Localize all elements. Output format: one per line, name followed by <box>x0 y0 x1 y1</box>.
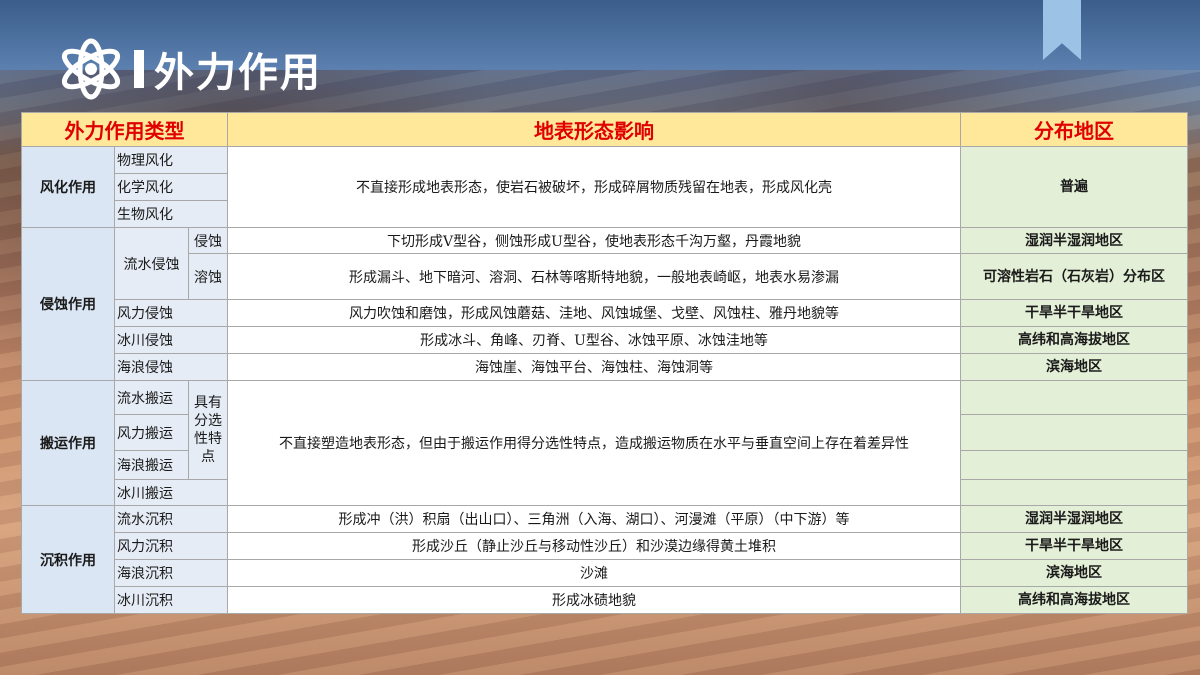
effect-weathering: 不直接形成地表形态，使岩石被破坏，形成碎屑物质残留在地表，形成风化壳 <box>227 146 961 228</box>
table-row: 海浪侵蚀 海蚀崖、海蚀平台、海蚀柱、海蚀洞等 滨海地区 <box>22 353 1188 381</box>
distribution-dissolution: 可溶性岩石（石灰岩）分布区 <box>960 253 1188 300</box>
distribution-erosion-cut: 湿润半湿润地区 <box>960 227 1188 254</box>
table-row: 风力侵蚀 风力吹蚀和磨蚀，形成风蚀蘑菇、洼地、风蚀城堡、戈壁、风蚀柱、雅丹地貌等… <box>22 299 1188 327</box>
subtype-wave-deposition: 海浪沉积 <box>114 559 228 587</box>
effect-transport: 不直接塑造地表形态，但由于搬运作用得分选性特点，造成搬运物质在水平与垂直空间上存… <box>227 380 961 506</box>
subtype-glacial-deposition: 冰川沉积 <box>114 586 228 614</box>
header-distribution: 分布地区 <box>960 112 1188 147</box>
distribution-wind-deposition: 干旱半干旱地区 <box>960 532 1188 560</box>
header-effect: 地表形态影响 <box>227 112 961 147</box>
table-row: 冰川沉积 形成冰碛地貌 高纬和高海拔地区 <box>22 586 1188 614</box>
table-row: 沉积作用 流水沉积 形成冲（洪）积扇（出山口）、三角洲（入海、湖口）、河漫滩（平… <box>21 505 1188 614</box>
bookmark-ribbon <box>1043 0 1081 60</box>
title-bar-accent <box>134 50 144 88</box>
effect-water-deposition: 形成冲（洪）积扇（出山口）、三角洲（入海、湖口）、河漫滩（平原）（中下游）等 <box>227 505 961 533</box>
category-transport: 搬运作用 <box>21 380 115 506</box>
subtype-glacial-erosion: 冰川侵蚀 <box>114 326 228 354</box>
subtype-wave-erosion: 海浪侵蚀 <box>114 353 228 381</box>
subtype-chemical-weathering: 化学风化 <box>114 173 228 201</box>
table-header-row: 外力作用类型 地表形态影响 分布地区 <box>21 112 1188 147</box>
subtype-glacial-transport: 冰川搬运 <box>114 479 228 506</box>
subtype-water-transport: 流水搬运 <box>114 380 189 415</box>
distribution-weathering: 普遍 <box>960 146 1188 228</box>
distribution-wind-erosion: 干旱半干旱地区 <box>960 299 1188 327</box>
table-row: 风力沉积 形成沙丘（静止沙丘与移动性沙丘）和沙漠边缘得黄土堆积 干旱半干旱地区 <box>22 532 1188 560</box>
subtype-wind-erosion: 风力侵蚀 <box>114 299 228 327</box>
subtype-biological-weathering: 生物风化 <box>114 200 228 228</box>
subtype-water-deposition: 流水沉积 <box>114 505 228 533</box>
category-weathering: 风化作用 <box>21 146 115 228</box>
subtype-water-erosion: 流水侵蚀 <box>114 227 189 300</box>
category-erosion: 侵蚀作用 <box>21 227 115 381</box>
effect-wave-erosion: 海蚀崖、海蚀平台、海蚀柱、海蚀洞等 <box>227 353 961 381</box>
subtype-wind-transport: 风力搬运 <box>114 414 189 451</box>
effect-wind-erosion: 风力吹蚀和磨蚀，形成风蚀蘑菇、洼地、风蚀城堡、戈壁、风蚀柱、雅丹地貌等 <box>227 299 961 327</box>
slide-header: 外力作用 <box>58 38 322 100</box>
distribution-water-deposition: 湿润半湿润地区 <box>960 505 1188 533</box>
distribution-glacial-erosion: 高纬和高海拔地区 <box>960 326 1188 354</box>
header-type: 外力作用类型 <box>21 112 228 147</box>
distribution-wave-erosion: 滨海地区 <box>960 353 1188 381</box>
category-deposition: 沉积作用 <box>21 505 115 614</box>
table-row: 风化作用 物理风化 不直接形成地表形态，使岩石被破坏，形成碎屑物质残留在地表，形… <box>21 146 1188 228</box>
subtype-erosion-cut: 侵蚀 <box>188 227 228 254</box>
table-row: 海浪沉积 沙滩 滨海地区 <box>22 559 1188 587</box>
effect-erosion-cut: 下切形成V型谷，侧蚀形成U型谷，使地表形态千沟万壑，丹霞地貌 <box>227 227 961 254</box>
effect-dissolution: 形成漏斗、地下暗河、溶洞、石林等喀斯特地貌，一般地表崎岖，地表水易渗漏 <box>227 253 961 300</box>
subtype-wave-transport: 海浪搬运 <box>114 450 189 480</box>
selectivity-note: 具有分选性特点 <box>188 380 228 480</box>
distribution-glacial-deposition: 高纬和高海拔地区 <box>960 586 1188 614</box>
distribution-empty <box>960 380 1188 415</box>
table-row: 溶蚀 形成漏斗、地下暗河、溶洞、石林等喀斯特地貌，一般地表崎岖，地表水易渗漏 可… <box>22 253 1188 300</box>
distribution-empty <box>960 450 1188 480</box>
distribution-wave-deposition: 滨海地区 <box>960 559 1188 587</box>
external-forces-table: 外力作用类型 地表形态影响 分布地区 风化作用 物理风化 不直接形成地表形态，使… <box>21 112 1188 614</box>
effect-wave-deposition: 沙滩 <box>227 559 961 587</box>
atom-icon <box>61 38 121 100</box>
subtype-physical-weathering: 物理风化 <box>114 146 228 174</box>
subtype-dissolution: 溶蚀 <box>188 253 228 300</box>
table-row: 搬运作用 流水搬运 具有分选性特点 不直接塑造地表形态，但由于搬运作用得分选性特… <box>21 380 1188 506</box>
distribution-empty <box>960 414 1188 451</box>
distribution-empty <box>960 479 1188 506</box>
effect-glacial-erosion: 形成冰斗、角峰、刃脊、U型谷、冰蚀平原、冰蚀洼地等 <box>227 326 961 354</box>
table-row: 冰川侵蚀 形成冰斗、角峰、刃脊、U型谷、冰蚀平原、冰蚀洼地等 高纬和高海拔地区 <box>22 326 1188 354</box>
effect-glacial-deposition: 形成冰碛地貌 <box>227 586 961 614</box>
subtype-wind-deposition: 风力沉积 <box>114 532 228 560</box>
effect-wind-deposition: 形成沙丘（静止沙丘与移动性沙丘）和沙漠边缘得黄土堆积 <box>227 532 961 560</box>
page-title: 外力作用 <box>154 50 322 96</box>
table-row: 侵蚀作用 流水侵蚀 侵蚀 下切形成V型谷，侧蚀形成U型谷，使地表形态千沟万壑，丹… <box>21 227 1188 381</box>
